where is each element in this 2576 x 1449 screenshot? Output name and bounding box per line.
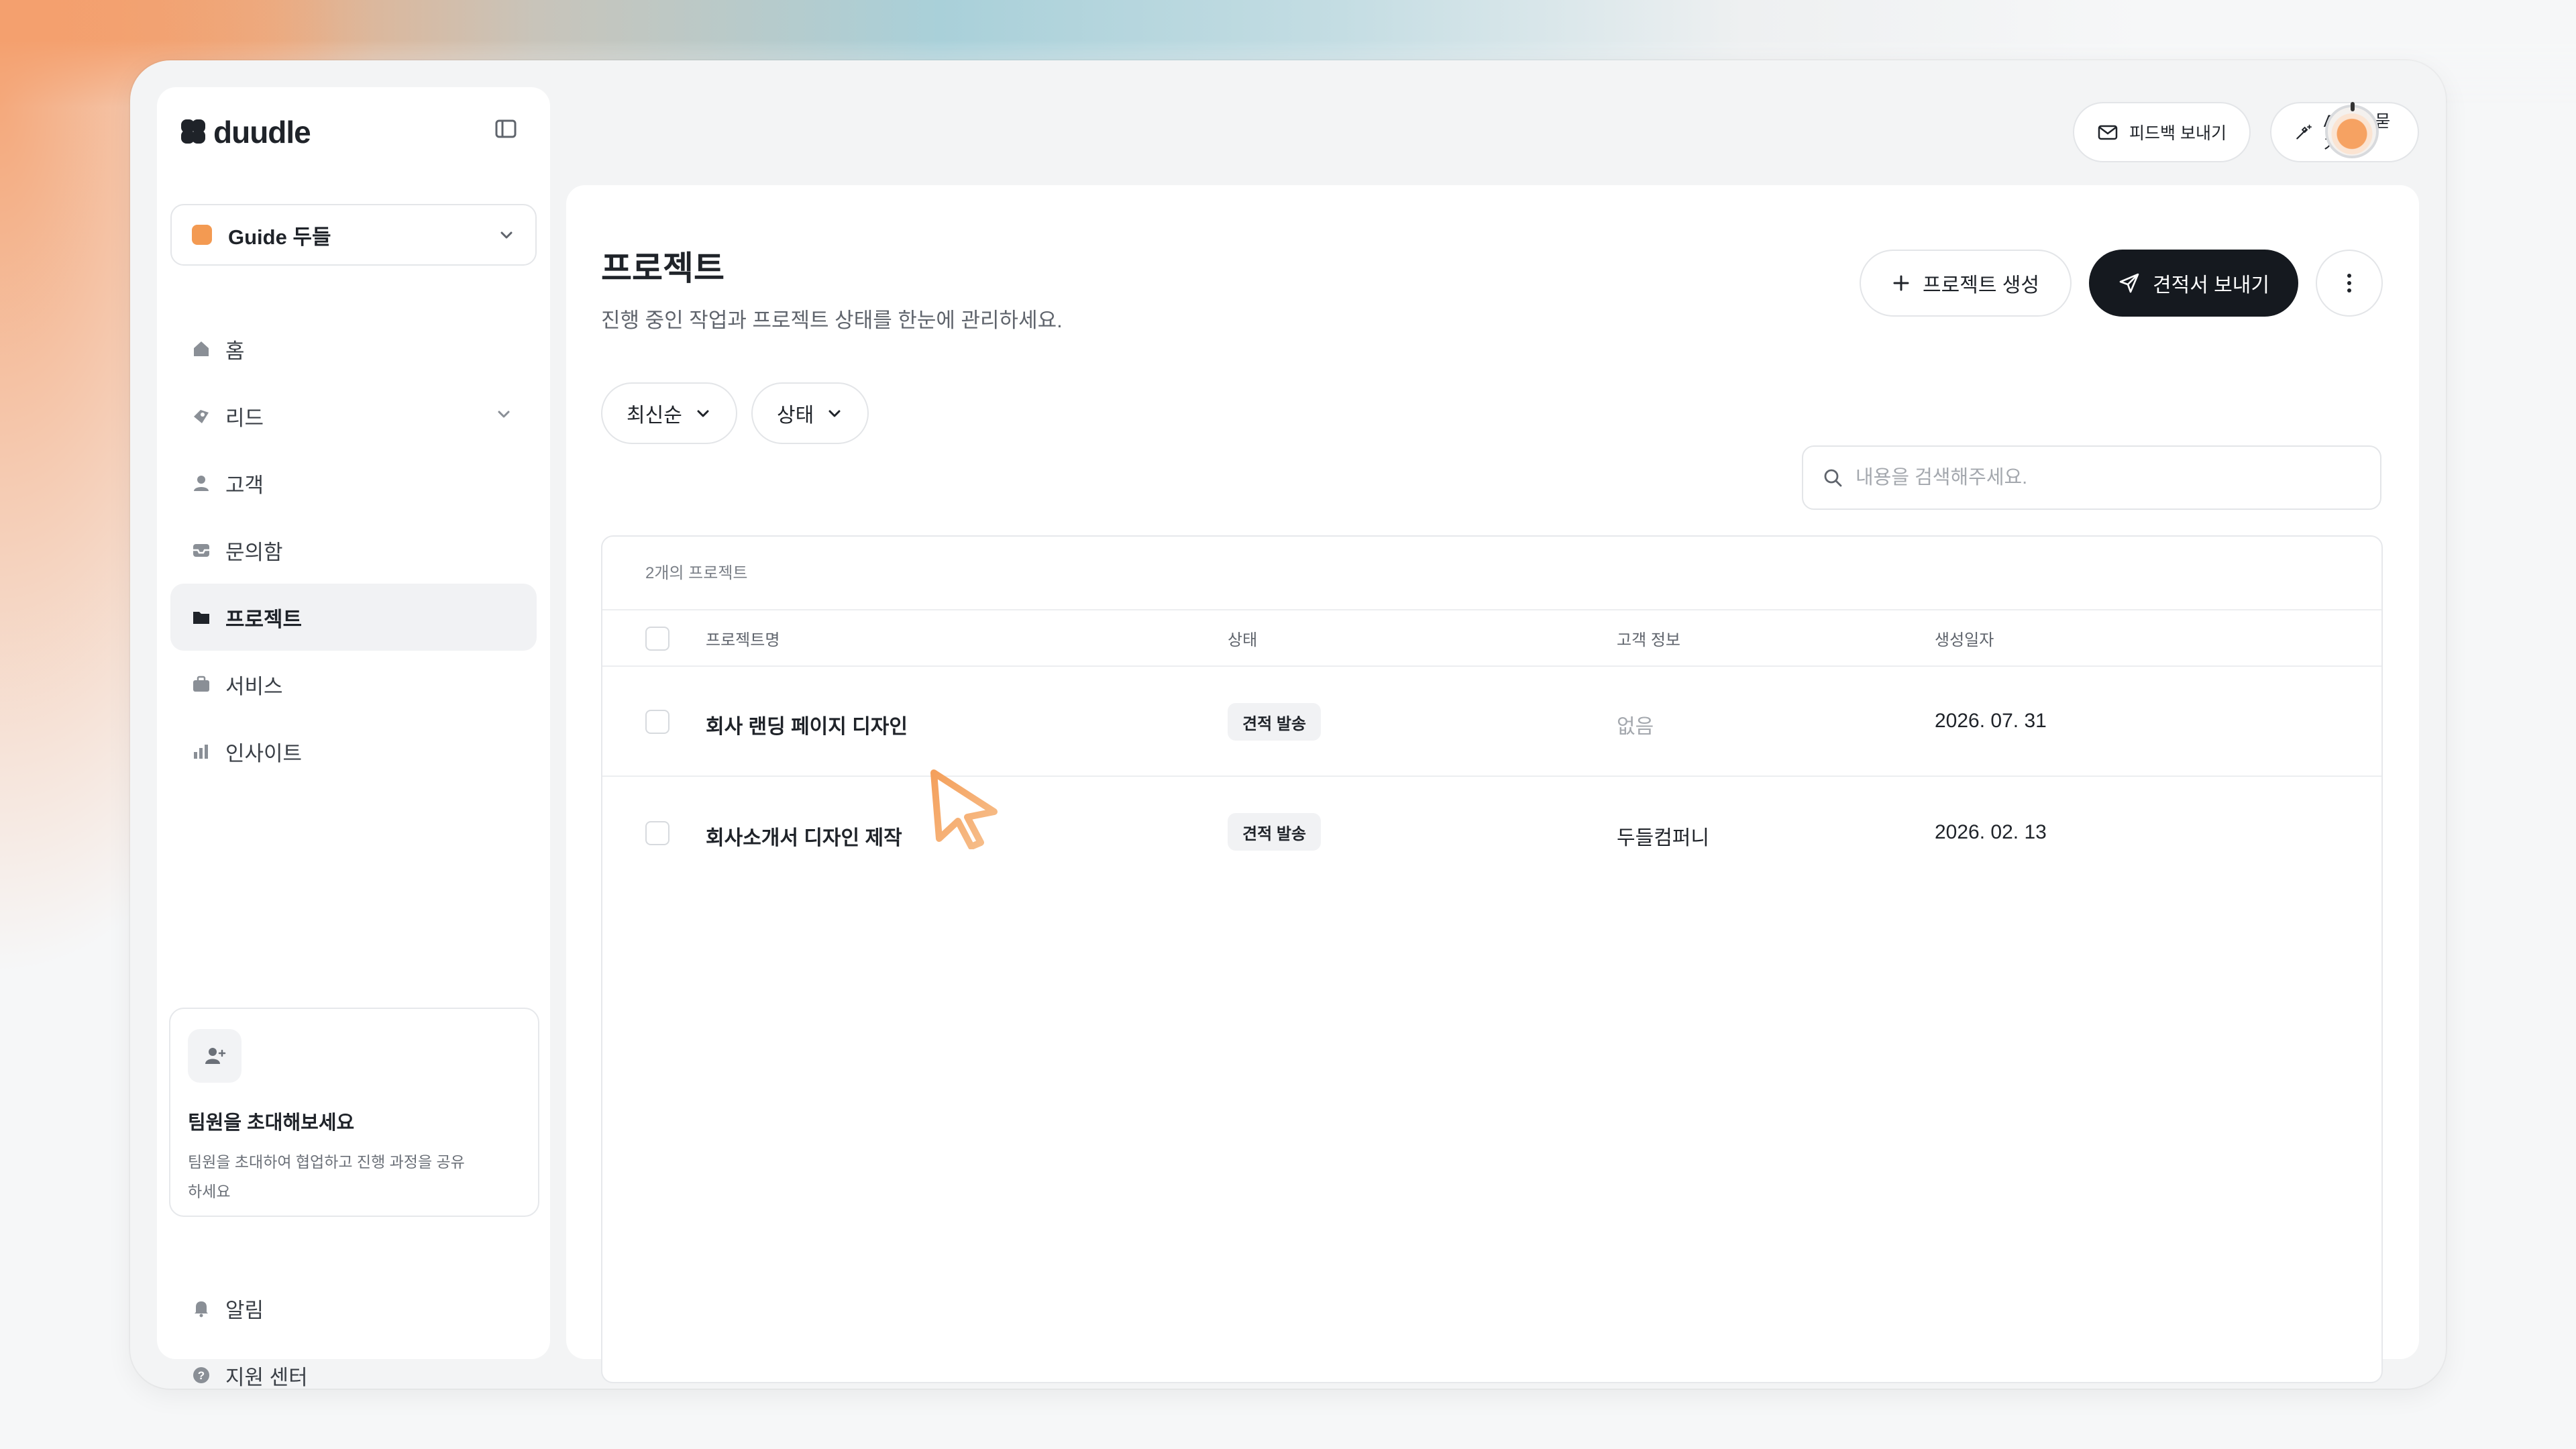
row-checkbox[interactable] [645, 821, 669, 845]
main-panel: 프로젝트 진행 중인 작업과 프로젝트 상태를 한눈에 관리하세요. 프로젝트 … [566, 185, 2419, 1383]
table-row[interactable]: 회사소개서 디자인 제작 견적 발송 두들컴퍼니 2026. 02. 13 [602, 777, 2381, 887]
logo-icon [181, 119, 207, 145]
create-project-button[interactable]: 프로젝트 생성 [1860, 250, 2072, 317]
sort-filter-label: 최신순 [627, 405, 682, 427]
sidebar-item-label: 문의함 [225, 540, 283, 564]
sidebar-item-label: 알림 [225, 1298, 264, 1322]
sidebar-item-label: 지원 센터 [225, 1365, 308, 1389]
send-icon [2119, 273, 2139, 293]
search-icon [1824, 469, 1842, 487]
search-field [1802, 445, 2381, 510]
column-header-status: 상태 [1228, 631, 1258, 649]
table-header: 프로젝트명 상태 고객 정보 생성일자 [602, 609, 2381, 667]
projects-table: 2개의 프로젝트 프로젝트명 상태 고객 정보 생성일자 회사 랜딩 페이지 디… [601, 535, 2383, 1383]
bell-icon [191, 1297, 212, 1319]
invite-title: 팀원을 초대해보세요 [188, 1112, 355, 1134]
workspace-select[interactable]: Guide 두들 [170, 204, 537, 266]
chevron-down-icon [500, 231, 513, 239]
row-checkbox[interactable] [645, 710, 669, 734]
inbox-icon [191, 539, 212, 561]
project-count: 2개의 프로젝트 [645, 564, 748, 582]
lead-icon [191, 405, 212, 427]
top-bar: 피드백 보내기 AI에게 묻기 [566, 87, 2419, 177]
status-filter[interactable]: 상태 [751, 382, 869, 444]
more-options-button[interactable] [2316, 250, 2383, 317]
help-icon: ? [191, 1364, 212, 1386]
status-badge: 견적 발송 [1228, 813, 1321, 851]
sidebar-nav: 홈 리드 고객 문의함 프로젝트 서비스 인사이트 [170, 315, 537, 785]
page-title: 프로젝트 [601, 250, 724, 287]
mouse-cursor-icon [930, 769, 998, 849]
status-filter-label: 상태 [777, 405, 814, 427]
column-header-created: 생성일자 [1935, 631, 1994, 649]
sidebar-toggle-icon[interactable] [492, 115, 519, 142]
app-logo[interactable]: duudle [181, 114, 311, 150]
workspace-icon [192, 225, 212, 245]
user-icon [191, 472, 212, 494]
plus-icon [1893, 275, 1909, 291]
sidebar-item-customers[interactable]: 고객 [170, 449, 537, 517]
sidebar: duudle Guide 두들 홈 리드 고객 문의함 프로젝트 서비스 인사이… [157, 87, 550, 1389]
sidebar-item-inbox[interactable]: 문의함 [170, 517, 537, 584]
feedback-button[interactable]: 피드백 보내기 [2073, 102, 2251, 162]
feedback-label: 피드백 보내기 [2129, 124, 2226, 143]
page-subtitle: 진행 중인 작업과 프로젝트 상태를 한눈에 관리하세요. [601, 309, 1063, 332]
sidebar-item-label: 프로젝트 [225, 607, 303, 631]
chevron-down-icon [697, 410, 709, 417]
sidebar-item-label: 리드 [225, 406, 264, 430]
client-info: 두들컴퍼니 [1617, 827, 1709, 849]
created-date: 2026. 07. 31 [1935, 710, 2047, 732]
sidebar-item-label: 인사이트 [225, 741, 303, 765]
client-info: 없음 [1617, 716, 1654, 738]
sort-filter[interactable]: 최신순 [601, 382, 737, 444]
sidebar-item-label: 고객 [225, 473, 264, 497]
folder-icon [191, 606, 212, 628]
add-user-icon [188, 1029, 241, 1083]
status-badge: 견적 발송 [1228, 703, 1321, 741]
search-input[interactable] [1856, 466, 2361, 489]
column-header-client: 고객 정보 [1617, 631, 1680, 649]
invite-card[interactable]: 팀원을 초대해보세요 팀원을 초대하여 협업하고 진행 과정을 공유하세요 [169, 1008, 539, 1217]
create-project-label: 프로젝트 생성 [1923, 274, 2039, 297]
sidebar-item-home[interactable]: 홈 [170, 315, 537, 382]
sidebar-item-notifications[interactable]: 알림 [170, 1275, 537, 1342]
sidebar-item-help-center[interactable]: ? 지원 센터 [170, 1342, 537, 1409]
mail-icon [2098, 125, 2118, 140]
sidebar-item-insights[interactable]: 인사이트 [170, 718, 537, 785]
send-quote-button[interactable]: 견적서 보내기 [2089, 250, 2298, 317]
column-header-name: 프로젝트명 [706, 631, 780, 649]
sidebar-bottom-nav: 알림 ? 지원 센터 [170, 1275, 537, 1409]
home-icon [191, 338, 212, 360]
briefcase-icon [191, 674, 212, 695]
more-vertical-icon [2347, 274, 2351, 292]
sidebar-item-label: 서비스 [225, 674, 283, 698]
sidebar-item-services[interactable]: 서비스 [170, 651, 537, 718]
workspace-label: Guide 두들 [228, 225, 331, 249]
svg-text:?: ? [198, 1369, 205, 1382]
invite-description: 팀원을 초대하여 협업하고 진행 과정을 공유하세요 [188, 1153, 465, 1200]
created-date: 2026. 02. 13 [1935, 821, 2047, 843]
chevron-down-icon [498, 411, 510, 418]
app-window: duudle Guide 두들 홈 리드 고객 문의함 프로젝트 서비스 인사이… [130, 60, 2446, 1389]
send-quote-label: 견적서 보내기 [2153, 274, 2269, 297]
chart-icon [191, 741, 212, 762]
avatar[interactable] [2325, 102, 2379, 158]
magic-wand-icon [2296, 124, 2312, 140]
project-name[interactable]: 회사소개서 디자인 제작 [706, 821, 902, 851]
chevron-down-icon [828, 410, 841, 417]
select-all-checkbox[interactable] [645, 627, 669, 651]
sidebar-item-label: 홈 [225, 339, 245, 363]
table-row[interactable]: 회사 랜딩 페이지 디자인 견적 발송 없음 2026. 07. 31 [602, 667, 2381, 777]
project-name[interactable]: 회사 랜딩 페이지 디자인 [706, 710, 908, 739]
app-name: duudle [213, 115, 311, 150]
sidebar-item-projects[interactable]: 프로젝트 [170, 584, 537, 651]
sidebar-item-lead[interactable]: 리드 [170, 382, 537, 449]
